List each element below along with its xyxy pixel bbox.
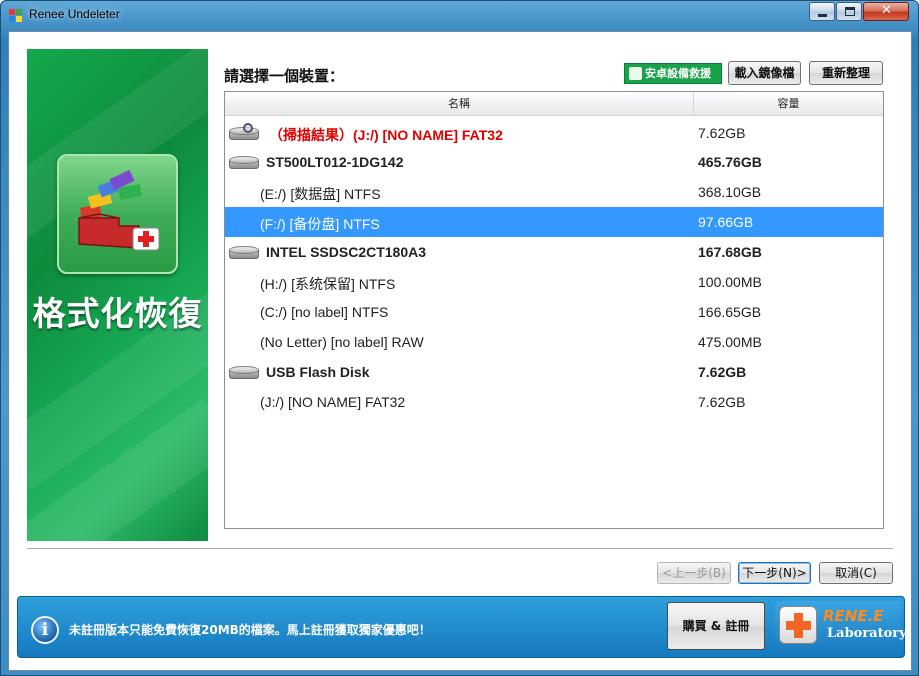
client-area: 格式化恢復 請選擇一個裝置： 安卓設備救援 載入鏡像檔 重新整理 名稱 容量 （… bbox=[8, 31, 912, 671]
back-button[interactable]: <上一步(B) bbox=[657, 562, 731, 584]
device-name: (H:/) [系统保留] NTFS bbox=[260, 276, 396, 292]
device-name: ST500LT012-1DG142 bbox=[266, 154, 404, 170]
device-name: (No Letter) [no label] RAW bbox=[260, 334, 424, 350]
device-name: (E:/) [数据盘] NTFS bbox=[260, 186, 381, 202]
medical-cross-icon bbox=[779, 606, 817, 644]
partition-row[interactable]: (No Letter) [no label] RAW 475.00MB bbox=[225, 327, 883, 357]
divider bbox=[27, 548, 893, 549]
app-icon bbox=[9, 9, 23, 23]
device-capacity: 97.66GB bbox=[698, 214, 754, 230]
next-button[interactable]: 下一步(N)> bbox=[738, 562, 811, 584]
brand-name: RENE.E bbox=[823, 607, 884, 625]
device-capacity: 368.10GB bbox=[698, 184, 762, 200]
maximize-icon bbox=[845, 7, 855, 16]
close-icon: ✕ bbox=[881, 3, 892, 18]
maximize-button[interactable] bbox=[836, 2, 862, 21]
disk-row[interactable]: INTEL SSDSC2CT180A3 167.68GB bbox=[225, 237, 883, 267]
partition-row[interactable]: (E:/) [数据盘] NTFS 368.10GB bbox=[225, 177, 883, 207]
partition-row[interactable]: (C:/) [no label] NTFS 166.65GB bbox=[225, 297, 883, 327]
partition-row[interactable]: (J:/) [NO NAME] FAT32 7.62GB bbox=[225, 387, 883, 417]
close-button[interactable]: ✕ bbox=[863, 2, 909, 21]
device-capacity: 7.62GB bbox=[698, 125, 746, 141]
android-rescue-label: 安卓設備救援 bbox=[645, 67, 711, 80]
buy-register-button[interactable]: 購買 & 註冊 bbox=[667, 602, 765, 650]
disk-row[interactable]: ST500LT012-1DG142 465.76GB bbox=[225, 147, 883, 177]
android-rescue-button[interactable]: 安卓設備救援 bbox=[624, 63, 722, 84]
device-name: （掃描結果）(J:/) [NO NAME] FAT32 bbox=[269, 127, 503, 143]
hard-disk-icon bbox=[229, 366, 259, 380]
device-prompt: 請選擇一個裝置： bbox=[224, 67, 345, 85]
device-capacity: 7.62GB bbox=[698, 394, 746, 410]
device-name: (F:/) [备份盘] NTFS bbox=[260, 216, 380, 232]
brand-subtitle: Laboratory bbox=[827, 626, 907, 641]
hard-disk-icon bbox=[229, 156, 259, 170]
device-capacity: 475.00MB bbox=[698, 334, 762, 350]
device-name: INTEL SSDSC2CT180A3 bbox=[266, 244, 427, 260]
partition-row[interactable]: (F:/) [备份盘] NTFS 97.66GB bbox=[225, 207, 883, 237]
android-device-icon bbox=[629, 67, 642, 80]
device-name: (J:/) [NO NAME] FAT32 bbox=[260, 394, 406, 410]
title-bar[interactable]: Renee Undeleter ✕ bbox=[1, 1, 918, 29]
minimize-button[interactable] bbox=[809, 2, 835, 21]
load-image-button[interactable]: 載入鏡像檔 bbox=[728, 61, 801, 85]
info-icon: i bbox=[31, 616, 59, 644]
device-name: (C:/) [no label] NTFS bbox=[260, 304, 389, 320]
device-capacity: 465.76GB bbox=[698, 154, 762, 170]
footer-bar: i 未註冊版本只能免費恢復20MB的檔案。馬上註冊獲取獨家優惠吧！ 購買 & 註… bbox=[17, 596, 907, 658]
minimize-icon bbox=[818, 14, 827, 17]
disk-row[interactable]: USB Flash Disk 7.62GB bbox=[225, 357, 883, 387]
hard-disk-icon bbox=[229, 246, 259, 260]
scan-disk-icon bbox=[229, 123, 259, 141]
device-capacity: 167.68GB bbox=[698, 244, 762, 260]
partition-row[interactable]: (H:/) [系统保留] NTFS 100.00MB bbox=[225, 267, 883, 297]
scan-result-row[interactable]: （掃描結果）(J:/) [NO NAME] FAT32 7.62GB bbox=[225, 118, 883, 148]
device-list-header: 名稱 容量 bbox=[225, 92, 883, 116]
cancel-button[interactable]: 取消(C) bbox=[819, 562, 893, 584]
app-window: Renee Undeleter ✕ 格式化恢復 請選擇一個裝置： 安卓設備救援 … bbox=[0, 0, 919, 676]
window-title: Renee Undeleter bbox=[29, 7, 120, 21]
device-capacity: 100.00MB bbox=[698, 274, 762, 290]
column-header-name[interactable]: 名稱 bbox=[225, 92, 694, 116]
device-list[interactable]: 名稱 容量 （掃描結果）(J:/) [NO NAME] FAT32 7.62GB S… bbox=[224, 91, 884, 529]
brand-logo: RENE.E Laboratory bbox=[775, 601, 907, 653]
refresh-button[interactable]: 重新整理 bbox=[809, 61, 883, 85]
device-capacity: 7.62GB bbox=[698, 364, 747, 380]
device-capacity: 166.65GB bbox=[698, 304, 762, 320]
device-name: USB Flash Disk bbox=[266, 364, 370, 380]
side-banner: 格式化恢復 bbox=[27, 49, 208, 541]
column-header-capacity[interactable]: 容量 bbox=[694, 92, 883, 116]
banner-title: 格式化恢復 bbox=[32, 294, 203, 333]
format-recovery-logo-icon bbox=[57, 154, 178, 274]
registration-notice: 未註冊版本只能免費恢復20MB的檔案。馬上註冊獲取獨家優惠吧！ bbox=[69, 623, 431, 637]
